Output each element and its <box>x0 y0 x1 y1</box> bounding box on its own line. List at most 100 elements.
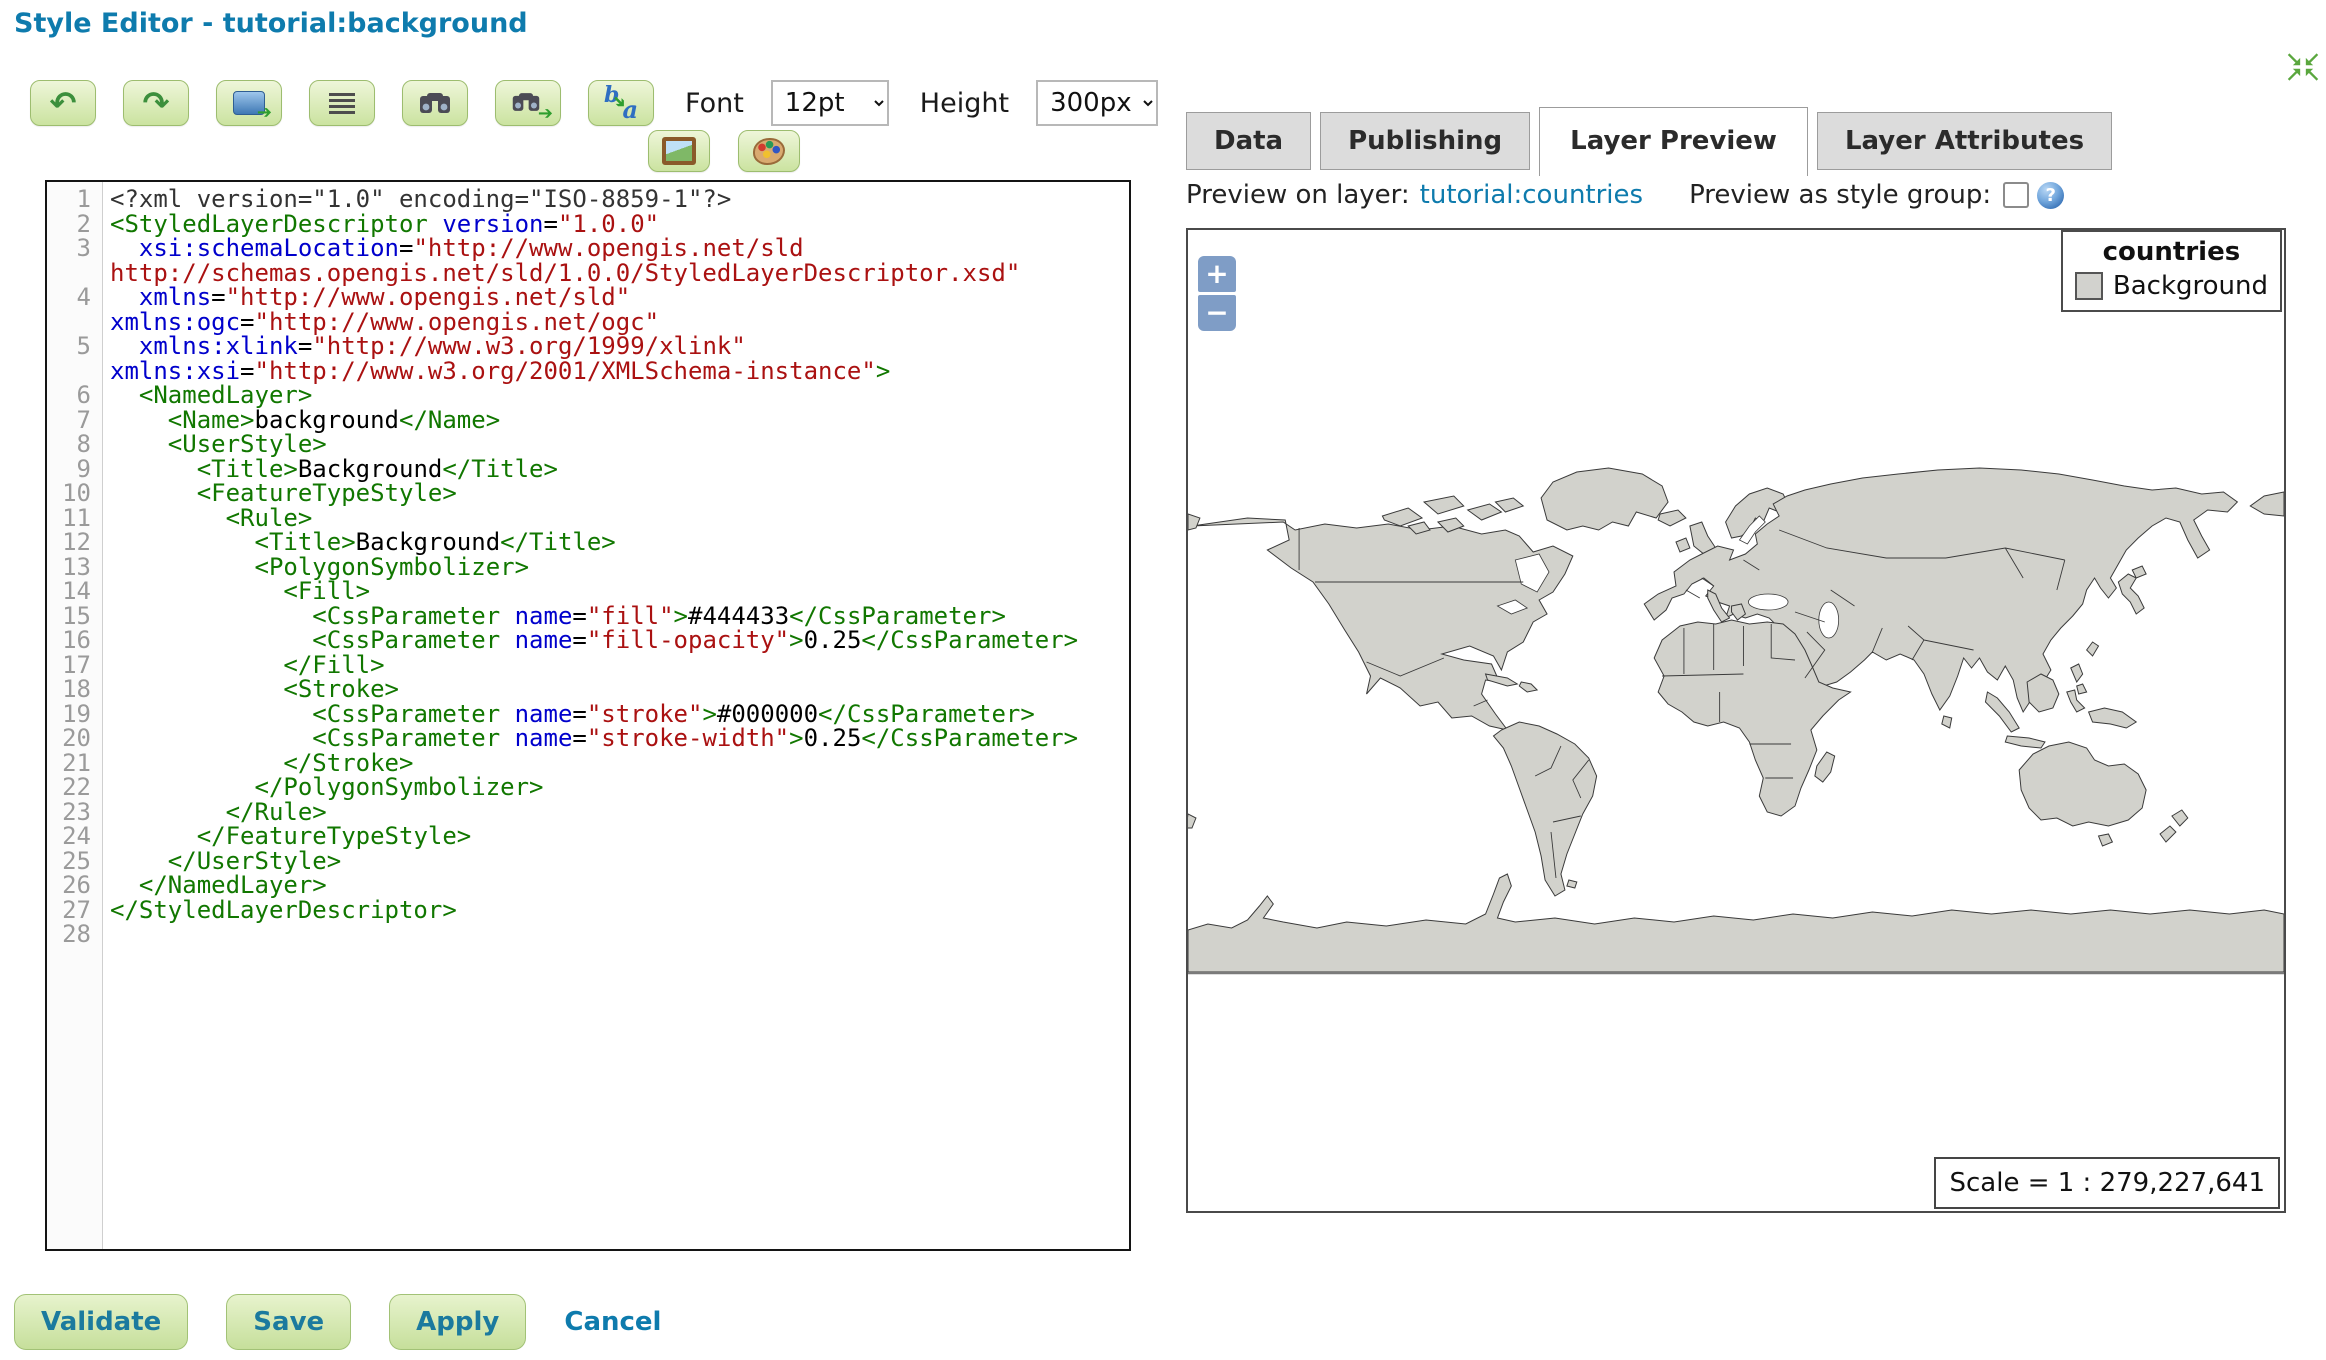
line-number: 24 <box>62 822 91 850</box>
code-line: 8 <UserStyle> <box>47 432 1129 457</box>
legend-entry: Background <box>2074 271 2268 301</box>
line-number: 15 <box>62 601 91 630</box>
scale-indicator: Scale = 1 : 279,227,641 <box>1934 1157 2280 1209</box>
collapse-panel-icon[interactable] <box>2284 50 2322 84</box>
code-line: 25 </UserStyle> <box>47 846 1129 875</box>
apply-button[interactable]: Apply <box>389 1294 527 1350</box>
editor-height-select[interactable]: 300px <box>1036 80 1159 126</box>
code-line: 16 <CssParameter name="fill-opacity">0.2… <box>47 628 1129 653</box>
height-label: Height <box>919 87 1010 119</box>
find-button[interactable] <box>402 80 468 126</box>
code-line: 15 <CssParameter name="fill">#444433</Cs… <box>47 601 1129 630</box>
code-line: 14 <Fill> <box>47 579 1129 604</box>
code-line: 1 <?xml version="1.0" encoding="ISO-8859-… <box>47 187 1129 212</box>
auto-indent-button[interactable] <box>309 80 375 126</box>
validate-button[interactable]: Validate <box>14 1294 189 1350</box>
undo-icon: ↶ <box>49 84 77 122</box>
tab-data[interactable]: Data <box>1186 112 1312 170</box>
code-line: 20 <CssParameter name="stroke-width">0.2… <box>47 726 1129 751</box>
zoom-out-button[interactable]: − <box>1198 295 1236 331</box>
code-line: 19 <CssParameter name="stroke">#000000</… <box>47 699 1129 728</box>
color-picker-button[interactable] <box>738 130 800 172</box>
binoculars-next-icon: ➔ <box>511 91 553 123</box>
line-number: 8 <box>76 430 91 458</box>
line-number: 22 <box>62 773 91 801</box>
map-legend: countries Background <box>2060 230 2282 312</box>
style-group-checkbox[interactable] <box>2003 182 2030 208</box>
code-line: 27 </StyledLayerDescriptor> <box>47 895 1129 924</box>
line-number: 21 <box>62 748 91 777</box>
line-number: 14 <box>62 577 91 605</box>
save-button[interactable]: Save <box>226 1294 352 1350</box>
line-number: 27 <box>62 895 91 924</box>
map-preview-panel[interactable]: + − countries Background Scale = 1 : 279… <box>1186 228 2286 1213</box>
code-line: 13 <PolygonSymbolizer> <box>47 554 1129 580</box>
style-group-label: Preview as style group: <box>1689 180 1992 210</box>
tab-publishing[interactable]: Publishing <box>1320 112 1531 170</box>
line-number: 4 <box>76 283 91 311</box>
reformat-xml-icon: ➔ <box>233 91 272 122</box>
code-line: 21 </Stroke> <box>47 748 1129 777</box>
editor-toolbar: ↶ ↷ ➔ ➔ b ➔ a Font 12pt Height 300px <box>30 80 1159 126</box>
preview-controls: Preview on layer: tutorial:countries Pre… <box>1186 180 2286 210</box>
insert-image-button[interactable] <box>648 130 710 172</box>
code-line: 11 <Rule> <box>47 505 1129 531</box>
code-line: 10 <FeatureTypeStyle> <box>47 481 1129 506</box>
world-map[interactable] <box>1188 230 2284 980</box>
code-line: 5 xmlns:xlink="http://www.w3.org/1999/xl… <box>47 334 1129 383</box>
code-line: 26 </NamedLayer> <box>47 873 1129 898</box>
preview-on-layer-label: Preview on layer: <box>1186 180 1410 210</box>
style-editor-page: Style Editor - tutorial:background ↶ ↷ ➔ <box>0 0 2326 1360</box>
code-line: 6 <NamedLayer> <box>47 383 1129 408</box>
redo-icon: ↷ <box>142 84 170 122</box>
find-next-button[interactable]: ➔ <box>495 80 561 126</box>
help-icon[interactable]: ? <box>2037 181 2065 209</box>
cancel-link[interactable]: Cancel <box>564 1307 661 1337</box>
page-title: Style Editor - tutorial:background <box>14 8 528 39</box>
action-bar: Validate Save Apply Cancel <box>14 1294 661 1350</box>
code-lines: 1 <?xml version="1.0" encoding="ISO-8859-… <box>47 182 1129 947</box>
code-line: 2 <StyledLayerDescriptor version="1.0.0" <box>47 211 1129 237</box>
sld-code-editor[interactable]: 1 <?xml version="1.0" encoding="ISO-8859-… <box>45 180 1131 1251</box>
code-line: 12 <Title>Background</Title> <box>47 530 1129 555</box>
code-line: 9 <Title>Background</Title> <box>47 454 1129 483</box>
font-size-select[interactable]: 12pt <box>770 80 889 126</box>
preview-layer-link[interactable]: tutorial:countries <box>1420 180 1643 210</box>
tab-layer-preview[interactable]: Layer Preview <box>1539 107 1808 176</box>
reformat-xml-button[interactable]: ➔ <box>216 80 282 126</box>
line-number: 6 <box>76 381 91 409</box>
code-line: 17 </Fill> <box>47 650 1129 679</box>
zoom-in-button[interactable]: + <box>1198 256 1236 292</box>
font-label: Font <box>685 87 744 119</box>
undo-button[interactable]: ↶ <box>30 80 96 126</box>
line-number: 9 <box>76 454 91 483</box>
editor-toolbar-row2 <box>648 130 800 172</box>
code-line: 23 </Rule> <box>47 799 1129 825</box>
line-number: 17 <box>62 650 91 679</box>
replace-button[interactable]: b ➔ a <box>588 80 654 126</box>
line-number: 3 <box>76 234 91 262</box>
legend-swatch <box>2074 272 2103 300</box>
preview-tabs: Data Publishing Layer Preview Layer Attribu… <box>1186 94 2121 176</box>
indent-lines-icon <box>329 92 355 114</box>
picture-icon <box>662 137 696 165</box>
code-line: 18 <Stroke> <box>47 677 1129 702</box>
code-line: 22 </PolygonSymbolizer> <box>47 775 1129 800</box>
world-map-land <box>1188 467 2284 973</box>
code-line: 24 </FeatureTypeStyle> <box>47 824 1129 849</box>
line-number: 16 <box>62 626 91 654</box>
legend-title: countries <box>2102 237 2241 267</box>
tab-layer-attributes[interactable]: Layer Attributes <box>1816 112 2113 170</box>
replace-ba-icon: b ➔ a <box>604 82 638 124</box>
line-number: 28 <box>62 920 91 948</box>
code-line: 4 xmlns="http://www.opengis.net/sld" xml… <box>47 285 1129 334</box>
line-number: 19 <box>62 699 91 728</box>
legend-entries: Background <box>2074 271 2268 301</box>
line-number: 25 <box>62 846 91 875</box>
line-number: 18 <box>62 675 91 703</box>
line-number: 7 <box>76 405 91 434</box>
line-number: 1 <box>76 185 91 213</box>
redo-button[interactable]: ↷ <box>123 80 189 126</box>
line-number: 12 <box>62 528 91 556</box>
line-number: 10 <box>62 479 91 507</box>
